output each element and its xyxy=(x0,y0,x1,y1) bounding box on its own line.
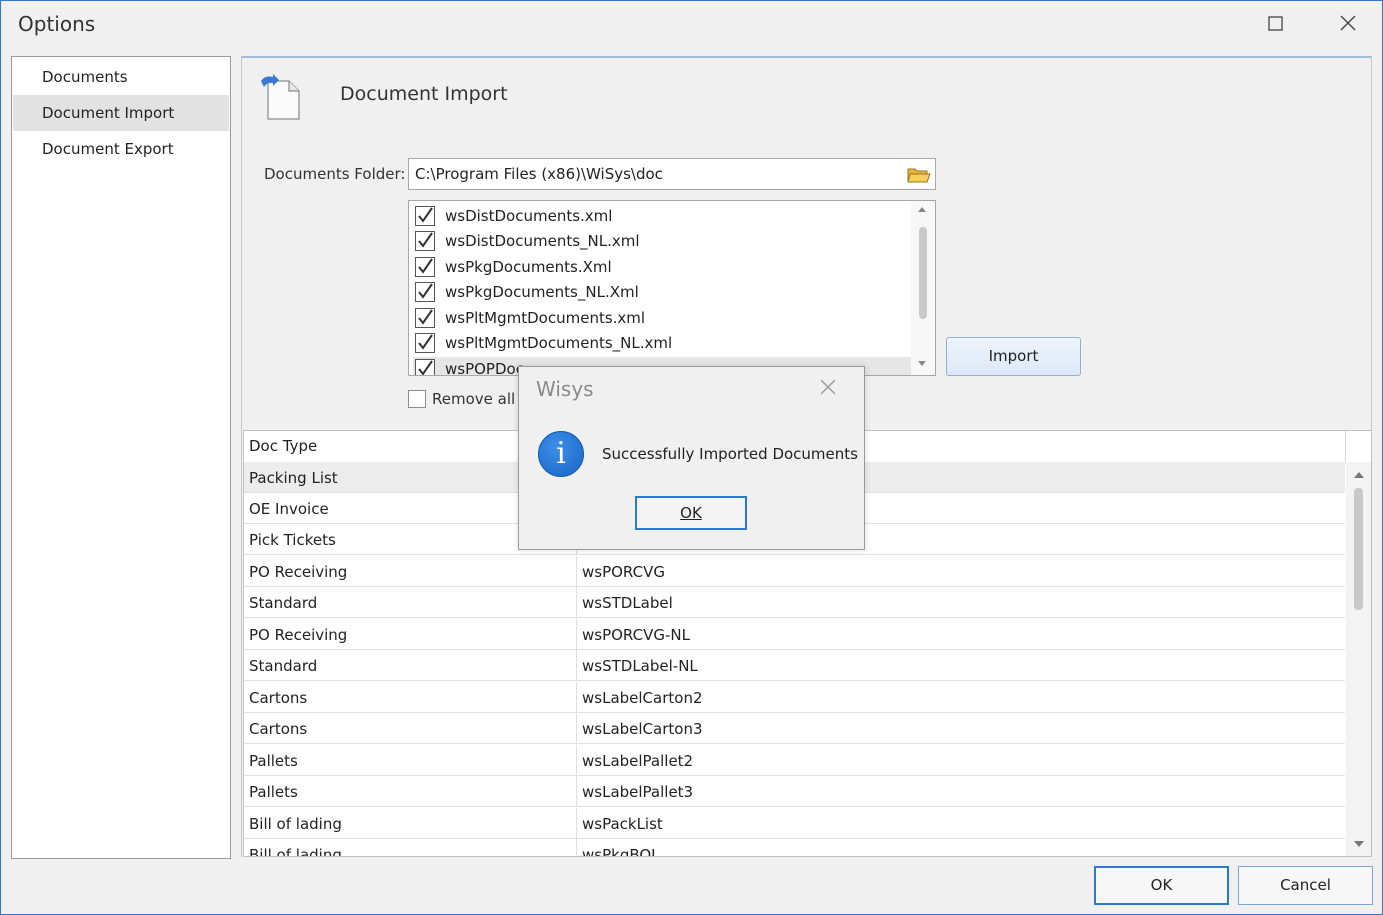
table-row[interactable]: Bill of lading wsPkgBOL xyxy=(244,839,1345,857)
close-icon xyxy=(1340,15,1356,31)
document-import-icon xyxy=(261,74,300,120)
cell-doc-name: wsSTDLabel-NL xyxy=(582,657,698,675)
file-item[interactable]: wsPltMgmtDocuments.xml xyxy=(413,306,911,331)
table-row[interactable]: Standard wsSTDLabel xyxy=(244,587,1345,618)
nav-item-documents[interactable]: Documents xyxy=(13,59,229,95)
scroll-up-icon[interactable] xyxy=(918,207,926,212)
cell-doc-type: Pallets xyxy=(249,783,298,801)
checkbox-checked-icon[interactable] xyxy=(415,257,435,277)
cell-doc-type: Standard xyxy=(249,657,318,675)
table-row[interactable]: Pallets wsLabelPallet2 xyxy=(244,745,1345,776)
file-item[interactable]: wsPltMgmtDocuments_NL.xml xyxy=(413,331,911,356)
import-button[interactable]: Import xyxy=(946,337,1081,376)
documents-folder-value: C:\Program Files (x86)\WiSys\doc xyxy=(415,165,663,183)
checkbox-checked-icon[interactable] xyxy=(415,282,435,302)
maximize-button[interactable] xyxy=(1261,9,1291,39)
cell-doc-type: OE Invoice xyxy=(249,500,329,518)
cell-doc-type: Cartons xyxy=(249,720,308,738)
file-item-label: wsPOPDoc xyxy=(445,360,524,376)
file-item[interactable]: wsDistDocuments_NL.xml xyxy=(413,229,911,254)
scroll-down-icon[interactable] xyxy=(1354,841,1364,847)
table-row[interactable]: Cartons wsLabelCarton2 xyxy=(244,682,1345,713)
cell-doc-name: wsPackList xyxy=(582,815,663,833)
file-item-label: wsPkgDocuments.Xml xyxy=(445,258,612,276)
cell-doc-name: wsLabelPallet3 xyxy=(582,783,694,801)
table-row[interactable]: Pallets wsLabelPallet3 xyxy=(244,776,1345,807)
cell-doc-name: wsPORCVG-NL xyxy=(582,626,690,644)
message-box: Wisys i Successfully Imported Documents … xyxy=(518,366,865,550)
cell-doc-type: Cartons xyxy=(249,689,308,707)
documents-folder-label: Documents Folder: xyxy=(264,165,406,183)
cell-doc-type: PO Receiving xyxy=(249,563,348,581)
remove-all-checkbox[interactable] xyxy=(408,390,426,408)
file-item-label: wsDistDocuments_NL.xml xyxy=(445,232,640,250)
close-button[interactable] xyxy=(1333,9,1363,39)
scroll-down-icon[interactable] xyxy=(918,361,926,366)
cell-doc-type: Pick Tickets xyxy=(249,531,336,549)
cell-doc-type: Bill of lading xyxy=(249,846,342,857)
folder-open-icon[interactable] xyxy=(907,165,931,185)
cancel-button[interactable]: Cancel xyxy=(1238,866,1373,905)
file-item[interactable]: wsDistDocuments.xml xyxy=(413,204,911,229)
scroll-thumb[interactable] xyxy=(919,227,927,319)
message-ok-button[interactable]: OK xyxy=(635,496,747,530)
file-item-label: wsPltMgmtDocuments.xml xyxy=(445,309,646,327)
file-item[interactable]: wsPkgDocuments.Xml xyxy=(413,255,911,280)
nav-item-document-export[interactable]: Document Export xyxy=(13,131,229,167)
cell-doc-type: Standard xyxy=(249,594,318,612)
scroll-thumb[interactable] xyxy=(1354,488,1363,610)
info-icon: i xyxy=(538,431,584,477)
cell-doc-name: wsPkgBOL xyxy=(582,846,660,857)
file-item-label: wsDistDocuments.xml xyxy=(445,207,613,225)
checkbox-checked-icon[interactable] xyxy=(415,231,435,251)
table-row[interactable]: PO Receiving wsPORCVG-NL xyxy=(244,619,1345,650)
table-row[interactable]: Cartons wsLabelCarton3 xyxy=(244,713,1345,744)
close-icon xyxy=(820,379,836,395)
cell-doc-name: wsSTDLabel xyxy=(582,594,673,612)
file-item-label: wsPltMgmtDocuments_NL.xml xyxy=(445,334,673,352)
message-ok-label: OK xyxy=(680,504,702,522)
file-list-scrollbar[interactable] xyxy=(911,201,935,375)
options-window: Options Documents Document Import Docume… xyxy=(0,0,1383,915)
cell-doc-name: wsLabelPallet2 xyxy=(582,752,694,770)
cell-doc-name: wsPORCVG xyxy=(582,563,665,581)
message-box-close-button[interactable] xyxy=(816,375,842,401)
maximize-icon xyxy=(1268,16,1283,31)
window-title: Options xyxy=(18,12,96,36)
cell-doc-type: Pallets xyxy=(249,752,298,770)
message-text: Successfully Imported Documents xyxy=(602,445,858,463)
remove-all-label: Remove all xyxy=(432,390,516,408)
scroll-up-icon[interactable] xyxy=(1354,472,1364,478)
file-item-label: wsPkgDocuments_NL.Xml xyxy=(445,283,639,301)
options-nav: Documents Document Import Document Expor… xyxy=(11,56,231,859)
message-box-title: Wisys xyxy=(536,377,594,401)
checkbox-checked-icon[interactable] xyxy=(415,333,435,353)
documents-folder-input[interactable]: C:\Program Files (x86)\WiSys\doc xyxy=(408,158,936,190)
table-row[interactable]: PO Receiving wsPORCVG xyxy=(244,556,1345,587)
checkbox-checked-icon[interactable] xyxy=(415,359,435,376)
nav-item-document-import[interactable]: Document Import xyxy=(13,95,229,131)
checkbox-checked-icon[interactable] xyxy=(415,308,435,328)
cell-doc-name: wsLabelCarton3 xyxy=(582,720,703,738)
cell-doc-type: PO Receiving xyxy=(249,626,348,644)
title-bar: Options xyxy=(1,1,1382,47)
cell-doc-name: wsLabelCarton2 xyxy=(582,689,703,707)
table-row[interactable]: Bill of lading wsPackList xyxy=(244,808,1345,839)
ok-button[interactable]: OK xyxy=(1094,866,1229,905)
import-file-list[interactable]: wsDistDocuments.xml wsDistDocuments_NL.x… xyxy=(408,200,936,376)
cell-doc-type: Bill of lading xyxy=(249,815,342,833)
cell-doc-type: Packing List xyxy=(249,469,338,487)
panel-title: Document Import xyxy=(340,83,508,105)
column-header-doc-type[interactable]: Doc Type xyxy=(249,437,317,455)
file-item[interactable]: wsPkgDocuments_NL.Xml xyxy=(413,280,911,305)
checkbox-checked-icon[interactable] xyxy=(415,206,435,226)
table-row[interactable]: Standard wsSTDLabel-NL xyxy=(244,650,1345,681)
grid-scrollbar[interactable] xyxy=(1346,462,1371,856)
